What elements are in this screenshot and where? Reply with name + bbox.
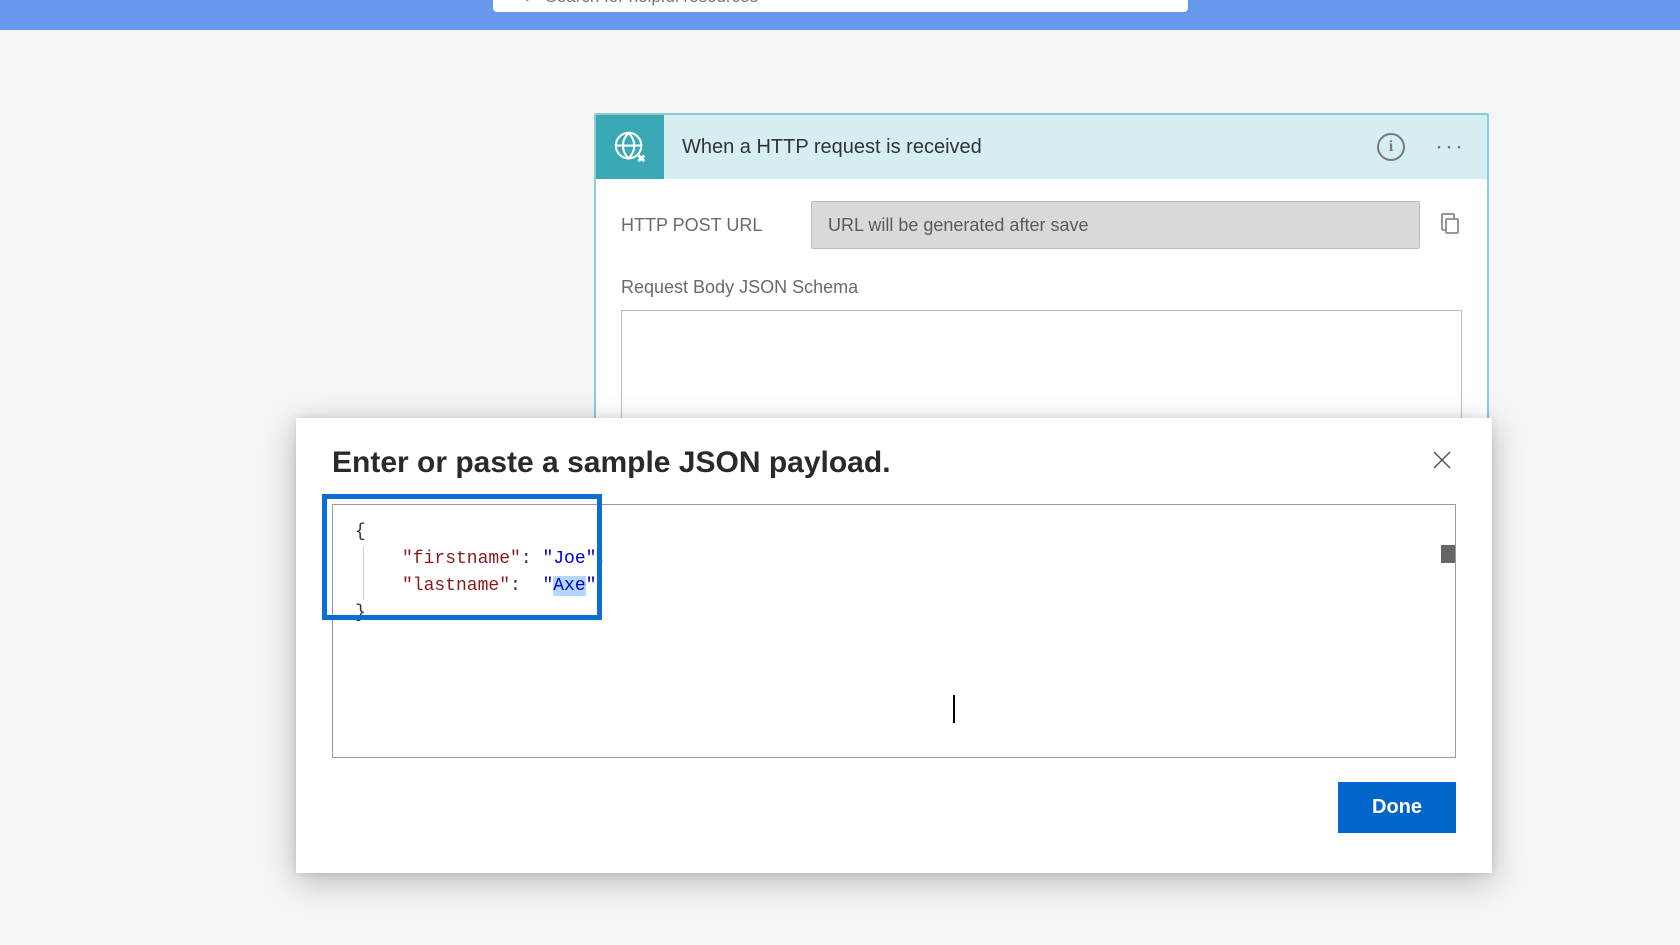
json-val-lastname-selected: Axe <box>553 576 585 596</box>
copy-icon[interactable] <box>1438 211 1462 240</box>
json-editor[interactable]: { "firstname": "Joe", "lastname": "Axe" … <box>332 504 1456 758</box>
json-val-lastname-open: " <box>542 576 553 596</box>
modal-header: Enter or paste a sample JSON payload. <box>296 418 1492 504</box>
scrollbar-thumb[interactable] <box>1441 545 1455 563</box>
text-cursor <box>953 695 955 723</box>
search-icon <box>513 0 531 9</box>
more-options-icon[interactable]: ··· <box>1435 133 1465 161</box>
url-field: URL will be generated after save <box>811 201 1420 249</box>
schema-textarea[interactable] <box>621 310 1462 430</box>
json-key-lastname: "lastname" <box>402 576 510 596</box>
json-key-firstname: "firstname" <box>402 549 521 569</box>
close-icon[interactable] <box>1432 450 1452 476</box>
json-payload-modal: Enter or paste a sample JSON payload. { … <box>296 418 1492 873</box>
trigger-header[interactable]: When a HTTP request is received i ··· <box>596 115 1487 179</box>
url-row: HTTP POST URL URL will be generated afte… <box>621 201 1462 249</box>
trigger-title: When a HTTP request is received <box>664 136 1377 159</box>
modal-footer: Done <box>296 758 1492 873</box>
info-icon[interactable]: i <box>1377 133 1405 161</box>
trigger-body: HTTP POST URL URL will be generated afte… <box>596 179 1487 457</box>
schema-label: Request Body JSON Schema <box>621 277 1462 298</box>
search-input[interactable] <box>546 0 1168 7</box>
search-container <box>493 0 1188 12</box>
json-val-lastname-close: " <box>586 576 597 596</box>
trigger-card: When a HTTP request is received i ··· HT… <box>594 113 1489 459</box>
modal-title: Enter or paste a sample JSON payload. <box>332 446 1432 480</box>
url-label: HTTP POST URL <box>621 215 811 236</box>
done-button[interactable]: Done <box>1338 782 1456 833</box>
http-trigger-icon <box>596 115 664 179</box>
json-val-firstname: "Joe" <box>542 549 596 569</box>
json-content: { "firstname": "Joe", "lastname": "Axe" … <box>333 505 1455 641</box>
app-top-bar <box>0 0 1680 30</box>
